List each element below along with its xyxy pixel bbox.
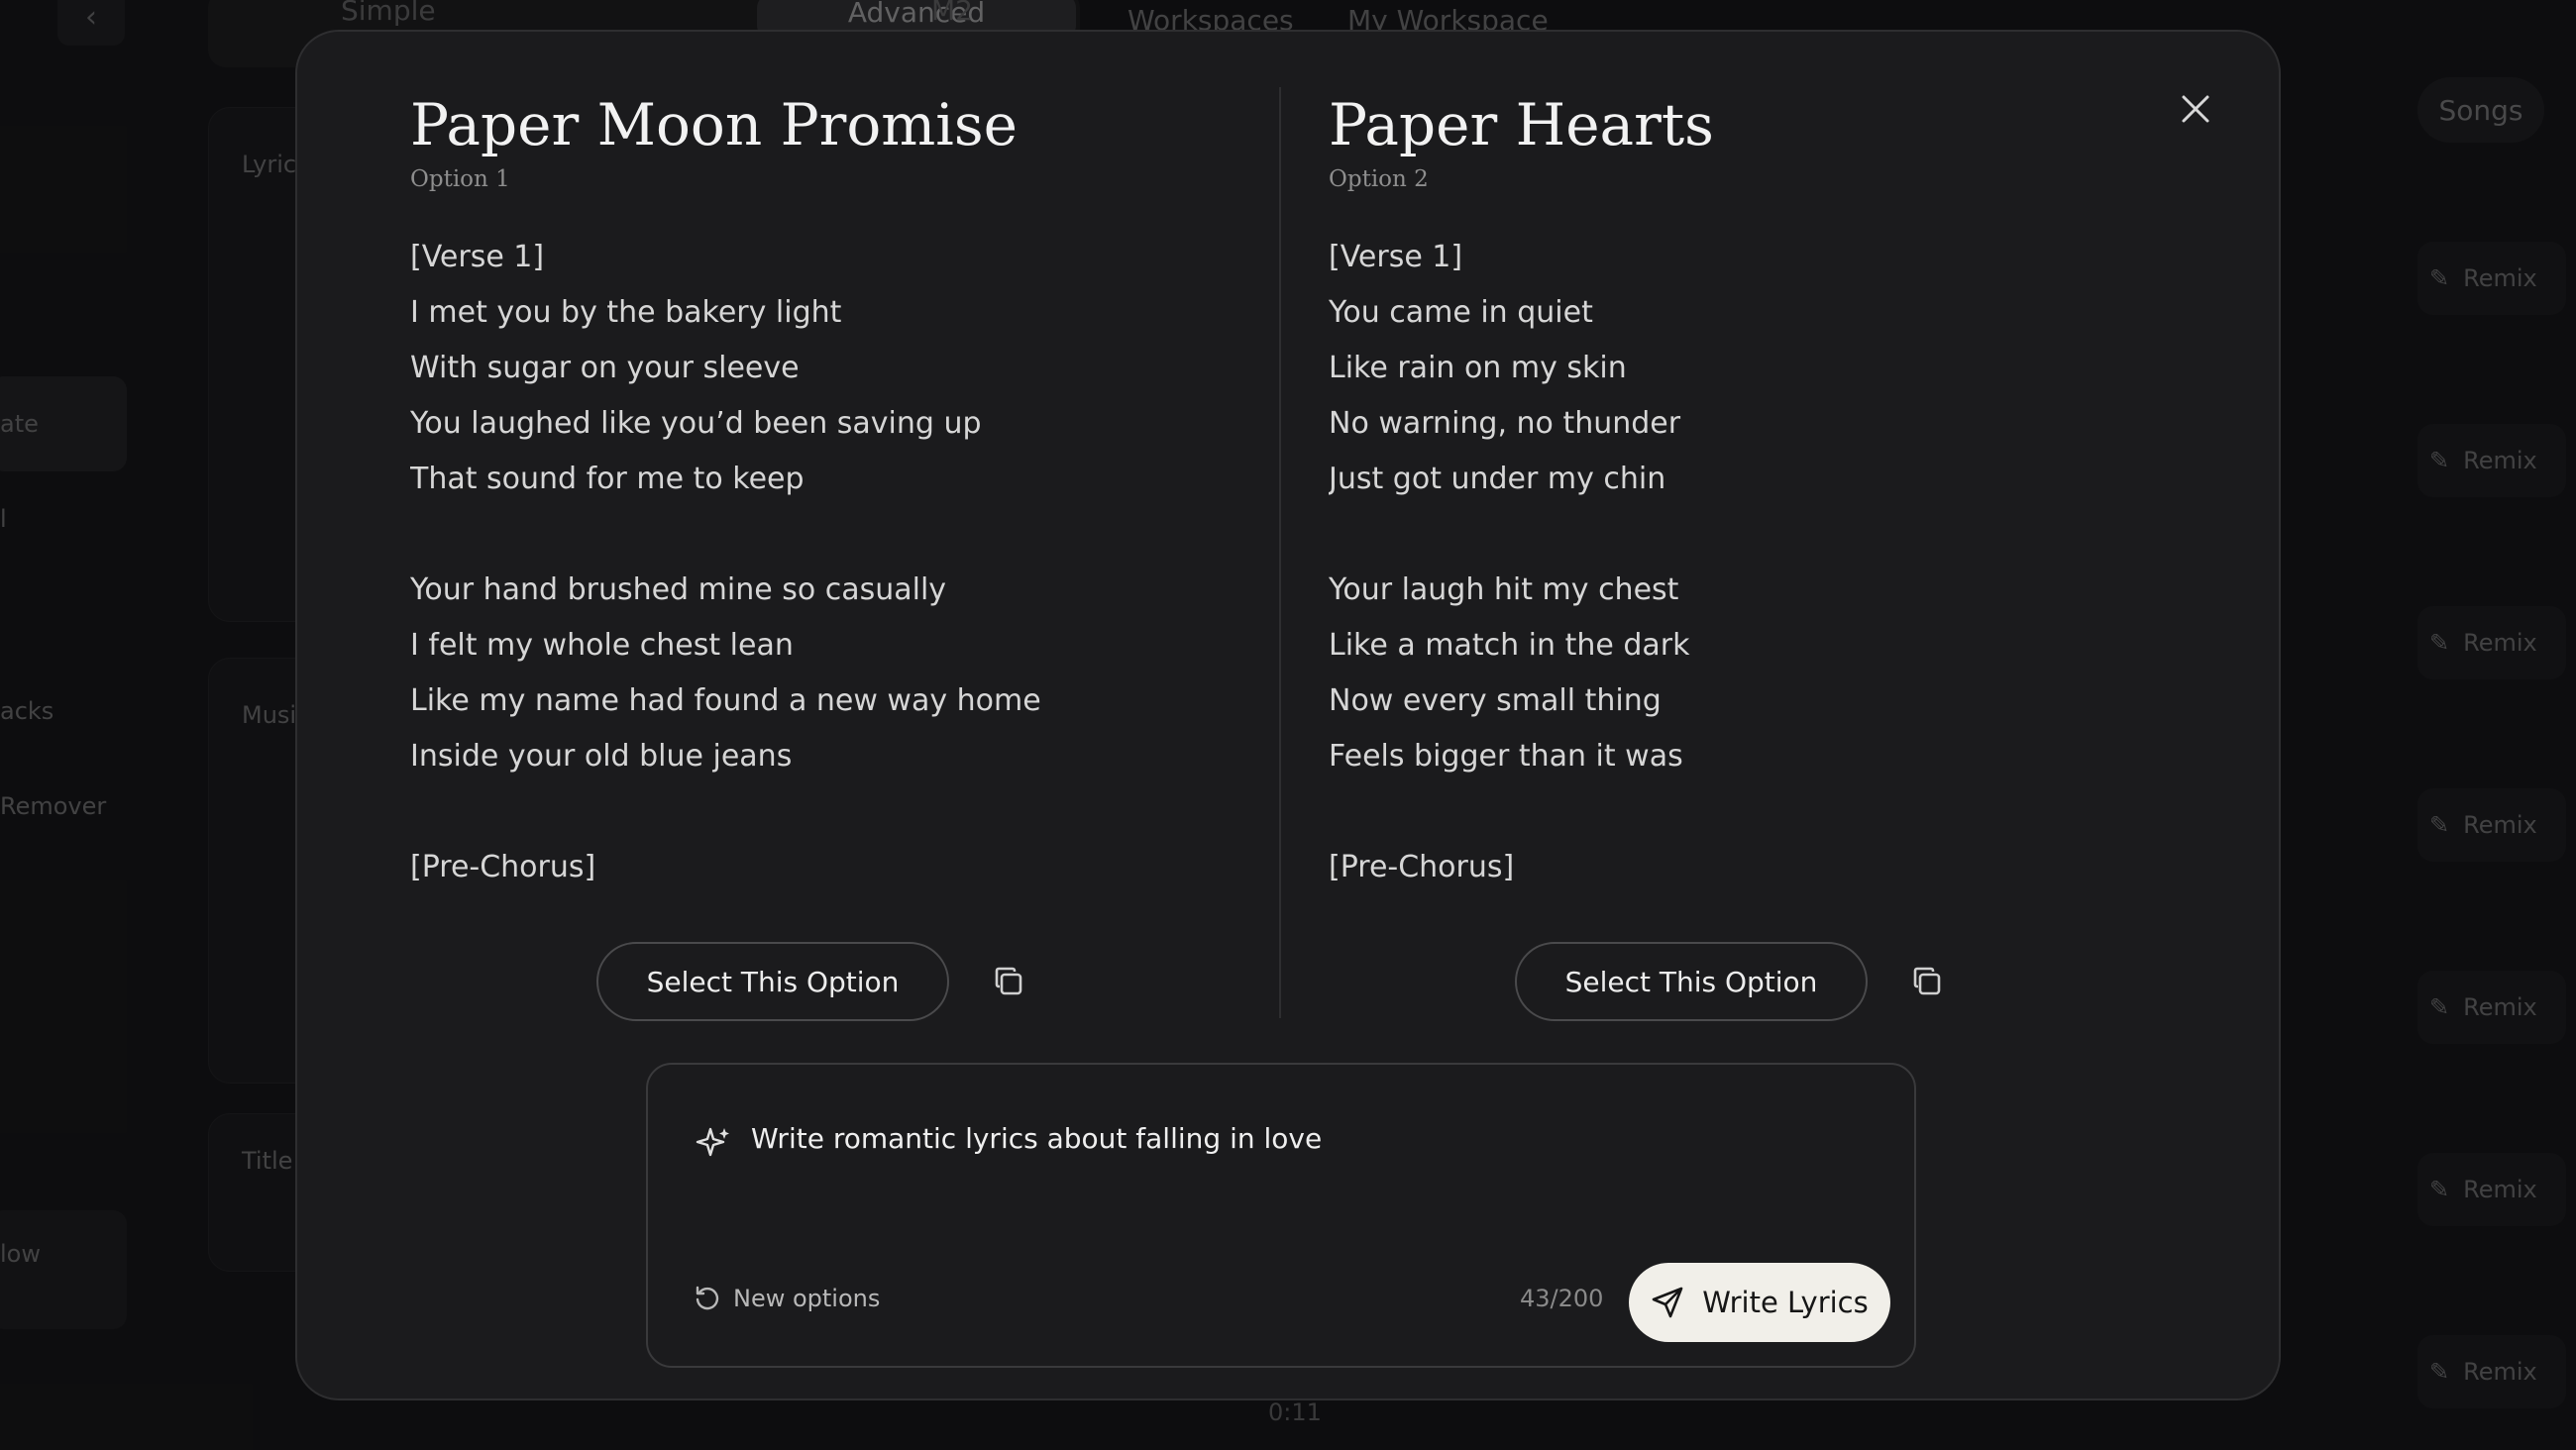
option-2-actions: Select This Option — [1515, 942, 1949, 1021]
lyric-line: Your laugh hit my chest — [1329, 571, 1679, 607]
sidebar-item[interactable]: ate — [0, 410, 39, 438]
select-option-1-button[interactable]: Select This Option — [596, 942, 949, 1021]
remix-button[interactable]: ✎ Remix — [2417, 606, 2566, 679]
prompt-input[interactable]: Write romantic lyrics about falling in l… — [751, 1122, 1322, 1155]
select-option-2-button[interactable]: Select This Option — [1515, 942, 1868, 1021]
back-button[interactable]: ‹ — [57, 0, 125, 46]
lyric-line: That sound for me to keep — [410, 461, 805, 496]
remix-label: Remix — [2463, 447, 2537, 474]
lyric-line — [410, 784, 1104, 840]
remix-button[interactable]: ✎ Remix — [2417, 971, 2566, 1044]
option-1-actions: Select This Option — [596, 942, 1030, 1021]
lyric-line: Inside your old blue jeans — [410, 738, 793, 774]
lyric-line: Your hand brushed mine so casually — [410, 571, 947, 607]
lyric-option-2: Paper Hearts Option 2 [Verse 1] You came… — [1329, 91, 2022, 895]
lyric-line: Feels bigger than it was — [1329, 738, 1683, 774]
wand-icon: ✎ — [2429, 629, 2450, 657]
close-icon — [2182, 95, 2209, 123]
lyric-line: [Pre-Chorus] — [410, 849, 596, 884]
sidebar-item[interactable]: l — [0, 505, 7, 533]
copy-option-2-button[interactable] — [1905, 960, 1949, 1003]
send-icon — [1652, 1287, 1683, 1318]
remix-button[interactable]: ✎ Remix — [2417, 242, 2566, 315]
character-count: 43/200 — [1520, 1285, 1604, 1312]
prompt-box: Write romantic lyrics about falling in l… — [646, 1063, 1916, 1368]
remix-button[interactable]: ✎ Remix — [2417, 1153, 2566, 1226]
lyrics-text: [Verse 1] You came in quiet Like rain on… — [1329, 230, 2022, 895]
tab-simple[interactable]: Simple — [341, 0, 436, 27]
wand-icon: ✎ — [2429, 264, 2450, 292]
copy-option-1-button[interactable] — [987, 960, 1030, 1003]
lyric-line: With sugar on your sleeve — [410, 350, 800, 385]
copy-icon — [995, 967, 1022, 995]
lyric-line: I met you by the bakery light — [410, 294, 842, 330]
new-options-label: New options — [733, 1285, 881, 1312]
lyric-line: [Verse 1] — [410, 239, 545, 274]
lyric-line: Like my name had found a new way home — [410, 682, 1041, 718]
wand-icon: ✎ — [2429, 811, 2450, 839]
panel-label: Lyric — [242, 151, 297, 178]
option-subtitle: Option 2 — [1329, 165, 1429, 192]
close-button[interactable] — [2166, 79, 2225, 139]
option-subtitle: Option 1 — [410, 165, 510, 192]
sidebar-item[interactable]: Remover — [0, 792, 106, 820]
remix-button[interactable]: ✎ Remix — [2417, 788, 2566, 862]
options-divider — [1279, 87, 1281, 1018]
sparkle-icon — [696, 1127, 729, 1157]
lyric-line: I felt my whole chest lean — [410, 627, 794, 663]
remix-label: Remix — [2463, 1358, 2537, 1386]
sidebar-item[interactable]: acks — [0, 697, 54, 725]
remix-label: Remix — [2463, 1176, 2537, 1203]
sidebar-item[interactable]: low — [0, 1240, 41, 1268]
write-lyrics-button[interactable]: Write Lyrics — [1629, 1263, 1890, 1342]
lyric-line: Like rain on my skin — [1329, 350, 1627, 385]
panel-label: Title — [242, 1147, 293, 1175]
lyric-line: Just got under my chin — [1329, 461, 1666, 496]
panel-label: Musi — [242, 701, 297, 729]
remix-label: Remix — [2463, 811, 2537, 839]
option-title: Paper Hearts — [1329, 91, 1714, 158]
lyric-line: [Verse 1] — [1329, 239, 1463, 274]
new-options-button[interactable]: New options — [694, 1285, 880, 1312]
wand-icon: ✎ — [2429, 993, 2450, 1021]
model-select[interactable]: M2 — [931, 0, 973, 27]
remix-label: Remix — [2463, 264, 2537, 292]
lyric-line: No warning, no thunder — [1329, 405, 1681, 441]
copy-icon — [1913, 967, 1941, 995]
wand-icon: ✎ — [2429, 1176, 2450, 1203]
songs-button[interactable]: Songs — [2417, 77, 2544, 143]
lyric-line — [1329, 507, 2022, 563]
lyric-line: [Pre-Chorus] — [1329, 849, 1515, 884]
remix-label: Remix — [2463, 629, 2537, 657]
refresh-icon — [696, 1286, 719, 1310]
lyric-line — [1329, 784, 2022, 840]
lyric-line: Like a match in the dark — [1329, 627, 1690, 663]
remix-button[interactable]: ✎ Remix — [2417, 424, 2566, 497]
option-title: Paper Moon Promise — [410, 91, 1018, 158]
lyric-line: You laughed like you’d been saving up — [410, 405, 982, 441]
lyrics-options-modal: Paper Moon Promise Option 1 [Verse 1] I … — [295, 30, 2281, 1400]
lyric-line — [410, 507, 1104, 563]
remix-label: Remix — [2463, 993, 2537, 1021]
lyric-line: Now every small thing — [1329, 682, 1662, 718]
write-lyrics-label: Write Lyrics — [1702, 1286, 1869, 1319]
wand-icon: ✎ — [2429, 1358, 2450, 1386]
lyric-option-1: Paper Moon Promise Option 1 [Verse 1] I … — [410, 91, 1104, 895]
wand-icon: ✎ — [2429, 447, 2450, 474]
track-time: 0:11 — [1268, 1398, 1322, 1426]
sidebar-flow-card[interactable] — [0, 1210, 127, 1329]
remix-button[interactable]: ✎ Remix — [2417, 1335, 2566, 1408]
lyric-line: You came in quiet — [1329, 294, 1593, 330]
chevron-left-icon: ‹ — [85, 0, 97, 35]
lyrics-text: [Verse 1] I met you by the bakery light … — [410, 230, 1104, 895]
